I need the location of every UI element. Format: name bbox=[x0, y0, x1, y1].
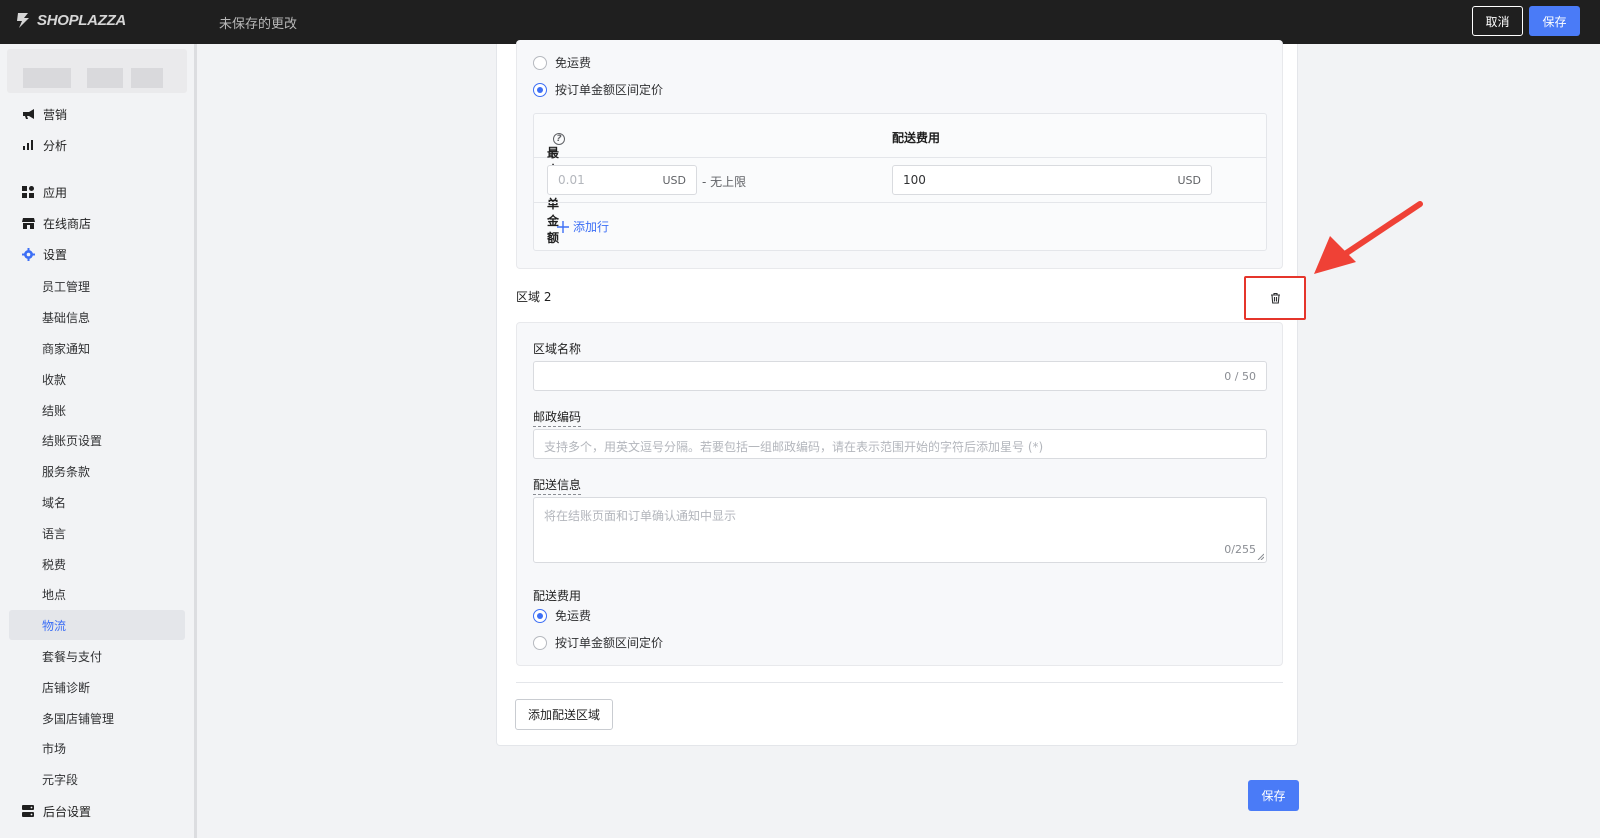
sidebar-subitem[interactable]: 基础信息 bbox=[9, 302, 185, 332]
radio-label: 按订单金额区间定价 bbox=[555, 83, 664, 97]
zone-name-input[interactable]: 0 / 50 bbox=[533, 361, 1267, 391]
radio-button-selected[interactable] bbox=[533, 608, 547, 623]
megaphone-icon bbox=[21, 107, 35, 121]
sidebar-subitem[interactable]: 语言 bbox=[9, 518, 185, 548]
radio-label: 免运费 bbox=[555, 609, 592, 623]
zone2-radio-tiered[interactable]: 按订单金额区间定价 bbox=[533, 634, 663, 651]
bar-chart-icon bbox=[21, 138, 35, 152]
logo-text: SHOPLAZZA bbox=[37, 12, 126, 29]
shipping-info-placeholder: 将在结账页面和订单确认通知中显示 bbox=[544, 509, 737, 523]
sidebar-subitem[interactable]: 员工管理 bbox=[9, 271, 185, 301]
sidebar-subitem[interactable]: 店铺诊断 bbox=[9, 672, 185, 702]
col-min-amount: 最小订单金额? bbox=[547, 129, 565, 245]
unsaved-changes-label: 未保存的更改 bbox=[219, 17, 298, 32]
gear-icon bbox=[21, 247, 35, 261]
shipping-fee-input[interactable]: 100 USD bbox=[892, 165, 1212, 195]
shipping-fee-label: 配送费用 bbox=[533, 589, 582, 603]
radio-label: 免运费 bbox=[555, 56, 592, 70]
zone-name-counter: 0 / 50 bbox=[1224, 370, 1256, 383]
add-row-button[interactable]: 添加行 bbox=[557, 218, 609, 235]
sidebar-subitem[interactable]: 多国店铺管理 bbox=[9, 703, 185, 733]
shipping-info-label: 配送信息 bbox=[533, 476, 582, 495]
zone2-radio-free[interactable]: 免运费 bbox=[533, 607, 591, 624]
postal-code-input[interactable]: 支持多个，用英文逗号分隔。若要包括一组邮政编码，请在表示范围开始的字符后添加星号… bbox=[533, 429, 1267, 459]
sidebar-item-label: 设置 bbox=[43, 247, 68, 262]
sidebar-item-analytics[interactable]: 分析 bbox=[9, 130, 185, 160]
sidebar-subitem[interactable]: 收款 bbox=[9, 364, 185, 394]
radio-button[interactable] bbox=[533, 635, 547, 650]
sidebar-item-label: 营销 bbox=[43, 107, 68, 122]
trash-icon bbox=[1270, 292, 1280, 304]
sidebar-subitem[interactable]: 结账 bbox=[9, 395, 185, 425]
delete-zone-button[interactable] bbox=[1244, 276, 1306, 320]
top-bar: SHOPLAZZA 未保存的更改 取消 保存 bbox=[0, 0, 1600, 44]
price-tier-table: 最小订单金额? 配送费用 0.01 USD - 无上限 100 USD bbox=[533, 113, 1267, 251]
sidebar-item-label: 后台设置 bbox=[43, 804, 92, 819]
col-shipping-fee: 配送费用 bbox=[892, 131, 941, 145]
storefront-icon bbox=[21, 216, 35, 230]
cancel-button[interactable]: 取消 bbox=[1472, 6, 1523, 36]
store-name-blurred bbox=[7, 49, 187, 93]
sidebar-subitem-logistics-active[interactable]: 物流 bbox=[9, 610, 185, 640]
plus-icon bbox=[557, 220, 569, 233]
zone2-title: 区域 2 bbox=[516, 290, 552, 304]
table-row: 0.01 USD - 无上限 100 USD bbox=[534, 158, 1266, 203]
sidebar-item-admin-settings[interactable]: 后台设置 bbox=[9, 796, 185, 826]
zone-name-label: 区域名称 bbox=[533, 342, 582, 356]
sidebar-subitem[interactable]: 元字段 bbox=[9, 764, 185, 794]
table-header: 最小订单金额? 配送费用 bbox=[534, 114, 1266, 245]
sidebar-item-label: 分析 bbox=[43, 138, 68, 153]
radio-button[interactable] bbox=[533, 55, 547, 70]
resize-handle-icon[interactable] bbox=[1257, 553, 1264, 560]
add-shipping-zone-button[interactable]: 添加配送区域 bbox=[515, 699, 613, 730]
save-button-bottom[interactable]: 保存 bbox=[1248, 780, 1299, 811]
apps-grid-icon bbox=[21, 185, 35, 199]
sidebar-item-online-store[interactable]: 在线商店 bbox=[9, 208, 185, 238]
sidebar-item-marketing[interactable]: 营销 bbox=[9, 99, 185, 129]
sidebar-subitem[interactable]: 结账页设置 bbox=[9, 425, 185, 455]
server-icon bbox=[21, 804, 35, 818]
divider bbox=[516, 682, 1283, 683]
sidebar-item-settings[interactable]: 设置 bbox=[9, 239, 185, 269]
sidebar-subitem[interactable]: 税费 bbox=[9, 549, 185, 579]
radio-button-selected[interactable] bbox=[533, 82, 547, 97]
min-amount-input[interactable]: 0.01 USD bbox=[547, 165, 697, 195]
sidebar-subitem[interactable]: 商家通知 bbox=[9, 333, 185, 363]
zone1-radio-free[interactable]: 免运费 bbox=[533, 54, 591, 71]
zone1-radio-tiered[interactable]: 按订单金额区间定价 bbox=[533, 81, 663, 98]
sidebar-subitem[interactable]: 域名 bbox=[9, 487, 185, 517]
sidebar-subitem[interactable]: 地点 bbox=[9, 579, 185, 609]
sidebar-subitem[interactable]: 套餐与支付 bbox=[9, 641, 185, 671]
shipping-info-counter: 0/255 bbox=[1224, 543, 1256, 556]
shipping-info-textarea[interactable]: 将在结账页面和订单确认通知中显示 0/255 bbox=[533, 497, 1267, 563]
sidebar-item-label: 在线商店 bbox=[43, 216, 92, 231]
sidebar-subitem[interactable]: 服务条款 bbox=[9, 456, 185, 486]
sidebar-subitem[interactable]: 市场 bbox=[9, 733, 185, 763]
radio-label: 按订单金额区间定价 bbox=[555, 636, 664, 650]
sidebar-item-apps[interactable]: 应用 bbox=[9, 177, 185, 207]
postal-code-label: 邮政编码 bbox=[533, 408, 582, 427]
annotation-arrow-icon bbox=[1314, 201, 1423, 274]
sidebar-item-label: 应用 bbox=[43, 185, 68, 200]
save-button-top[interactable]: 保存 bbox=[1529, 6, 1580, 36]
shoplazza-logo: SHOPLAZZA bbox=[16, 12, 126, 29]
logo-mark-icon bbox=[17, 13, 29, 28]
no-limit-label: - 无上限 bbox=[702, 175, 747, 189]
postal-code-placeholder: 支持多个，用英文逗号分隔。若要包括一组邮政编码，请在表示范围开始的字符后添加星号… bbox=[544, 440, 1044, 454]
add-row-label: 添加行 bbox=[573, 220, 610, 234]
